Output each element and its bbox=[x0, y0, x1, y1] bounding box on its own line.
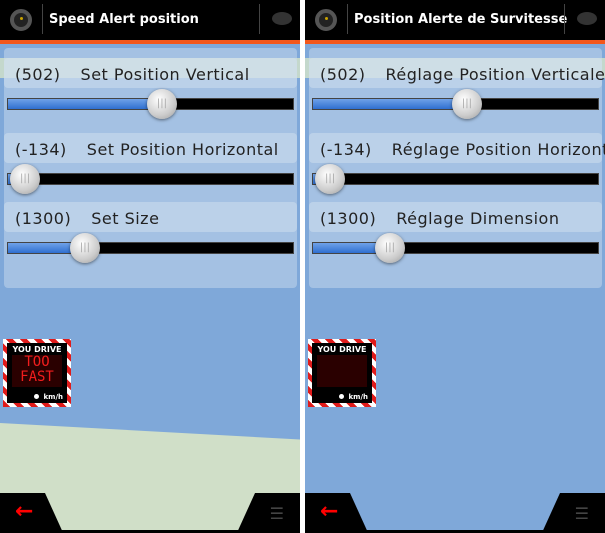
list-menu-icon[interactable]: ☰ bbox=[575, 504, 589, 523]
bottom-cutout bbox=[350, 493, 560, 530]
slider-fill bbox=[313, 99, 467, 109]
setting-label: (502) Set Position Vertical bbox=[15, 65, 250, 84]
sign-unit: km/h bbox=[43, 393, 64, 401]
back-arrow-icon[interactable]: ← bbox=[320, 499, 338, 524]
dot-icon bbox=[34, 394, 39, 399]
divider bbox=[259, 4, 260, 34]
sign-display bbox=[317, 355, 367, 387]
dot-icon bbox=[339, 394, 344, 399]
setting-name: Set Position Vertical bbox=[80, 65, 250, 84]
setting-label: (502) Réglage Position Verticale bbox=[320, 65, 605, 84]
chat-bubble-icon[interactable] bbox=[577, 12, 597, 25]
setting-value: (1300) bbox=[320, 209, 377, 228]
header-bar: Position Alerte de Survitesse bbox=[305, 0, 605, 44]
slider-thumb[interactable]: ||| bbox=[315, 164, 346, 194]
setting-label: (-134) Set Position Horizontal bbox=[15, 140, 279, 159]
divider bbox=[347, 4, 348, 34]
slider-thumb[interactable]: ||| bbox=[10, 164, 41, 194]
speed-alert-sign[interactable]: YOU DRIVE TO km/h bbox=[308, 339, 376, 407]
setting-name: Réglage Position Verticale bbox=[385, 65, 605, 84]
back-arrow-icon[interactable]: ← bbox=[15, 499, 33, 524]
divider bbox=[564, 4, 565, 34]
setting-slider[interactable]: ||| bbox=[312, 233, 599, 263]
setting-label: (-134) Réglage Position Horizontale bbox=[320, 140, 605, 159]
setting-name: Réglage Dimension bbox=[396, 209, 560, 228]
setting-value: (-134) bbox=[15, 140, 67, 159]
setting-slider[interactable]: ||| bbox=[7, 164, 294, 194]
header-bar: Speed Alert position bbox=[0, 0, 300, 44]
speed-alert-sign[interactable]: YOU DRIVE TO TOOFAST km/h bbox=[3, 339, 71, 407]
setting-value: (502) bbox=[320, 65, 366, 84]
slider-fill bbox=[8, 99, 162, 109]
slider-thumb[interactable]: ||| bbox=[69, 233, 100, 263]
page-title: Speed Alert position bbox=[49, 12, 199, 27]
sign-line: FAST bbox=[20, 369, 54, 385]
list-menu-icon[interactable]: ☰ bbox=[270, 504, 284, 523]
screen-panel: Position Alerte de Survitesse (502) Régla… bbox=[305, 0, 605, 533]
setting-name: Set Size bbox=[91, 209, 160, 228]
setting-slider[interactable]: ||| bbox=[312, 164, 599, 194]
setting-slider[interactable]: ||| bbox=[7, 233, 294, 263]
slider-thumb[interactable]: ||| bbox=[146, 89, 177, 119]
bottom-bar: ← ☰ bbox=[0, 493, 300, 533]
divider bbox=[42, 4, 43, 34]
setting-label: (1300) Réglage Dimension bbox=[320, 209, 559, 228]
sign-line: TOO bbox=[24, 354, 50, 370]
chat-bubble-icon[interactable] bbox=[272, 12, 292, 25]
screen-panel: Speed Alert position (502) Set Position V… bbox=[0, 0, 300, 533]
setting-value: (502) bbox=[15, 65, 61, 84]
setting-slider[interactable]: ||| bbox=[7, 89, 294, 119]
setting-name: Réglage Position Horizontale bbox=[391, 140, 605, 159]
setting-label: (1300) Set Size bbox=[15, 209, 159, 228]
steering-wheel-icon[interactable] bbox=[10, 9, 32, 31]
bottom-bar: ← ☰ bbox=[305, 493, 605, 533]
setting-name: Set Position Horizontal bbox=[86, 140, 279, 159]
sign-display: TOO FAST bbox=[12, 355, 62, 387]
sign-unit: km/h bbox=[348, 393, 369, 401]
setting-value: (1300) bbox=[15, 209, 72, 228]
steering-wheel-icon[interactable] bbox=[315, 9, 337, 31]
slider-thumb[interactable]: ||| bbox=[374, 233, 405, 263]
setting-value: (-134) bbox=[320, 140, 372, 159]
setting-slider[interactable]: ||| bbox=[312, 89, 599, 119]
bottom-cutout bbox=[45, 493, 255, 530]
slider-thumb[interactable]: ||| bbox=[451, 89, 482, 119]
page-title: Position Alerte de Survitesse bbox=[354, 12, 568, 27]
